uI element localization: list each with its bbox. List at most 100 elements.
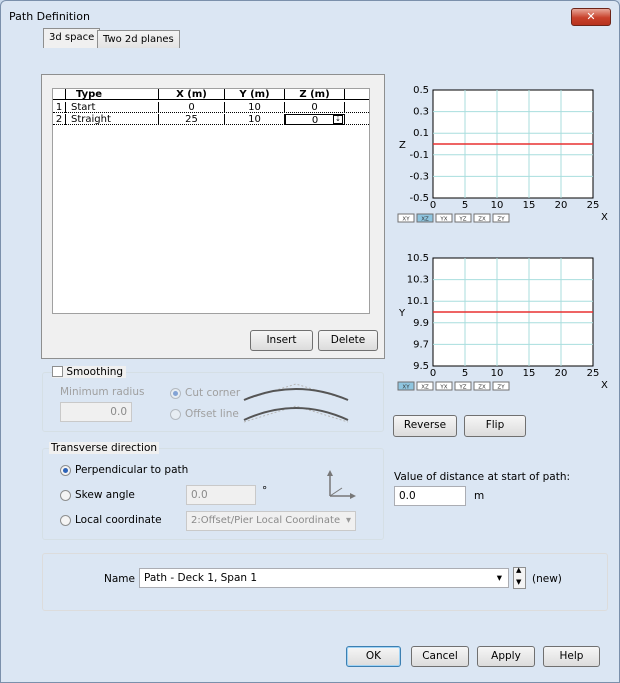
row-type[interactable]: Straight	[66, 114, 159, 125]
reverse-button[interactable]: Reverse	[393, 415, 457, 437]
name-combobox[interactable]: Path - Deck 1, Span 1 ▾	[139, 568, 509, 588]
table-row[interactable]: 1 Start 0 10 0	[53, 102, 369, 113]
local-coordinate-value: 2:Offset/Pier Local Coordinate	[191, 515, 341, 526]
smoothing-checkbox-container[interactable]: Smoothing	[52, 366, 127, 378]
y-tick-label: 10.3	[407, 275, 429, 286]
insert-button[interactable]: Insert	[250, 330, 313, 351]
x-tick-label: 0	[430, 368, 436, 379]
plane-button-label: XZ	[421, 385, 429, 391]
row-index: 2	[53, 114, 66, 125]
y-tick-label: -0.1	[409, 150, 429, 161]
plane-button-zx[interactable]: ZX	[473, 213, 491, 223]
spin-up-icon[interactable]: ▲	[516, 566, 521, 574]
plane-button-label: YZ	[458, 217, 466, 223]
chevron-down-icon: ▾	[345, 515, 351, 526]
spin-down-icon[interactable]: ▼	[516, 578, 521, 586]
title-bar[interactable]: Path Definition ✕	[1, 1, 619, 31]
offset-line-radio[interactable]	[170, 409, 181, 420]
grid-header-type: Type	[66, 89, 159, 100]
x-axis-label: X	[601, 380, 608, 391]
perpendicular-label: Perpendicular to path	[75, 464, 189, 476]
row-index: 1	[53, 102, 66, 113]
plane-button-xy[interactable]: XY	[397, 381, 415, 391]
tab-3d-space[interactable]: 3d space	[43, 28, 101, 48]
plane-button-yz[interactable]: YZ	[454, 213, 472, 223]
dropdown-arrow-icon[interactable]: ⇣	[333, 115, 343, 124]
plane-button-label: ZX	[478, 385, 486, 391]
checkbox[interactable]	[52, 366, 63, 377]
distance-input[interactable]: 0.0	[394, 486, 466, 506]
x-tick-label: 5	[462, 200, 468, 211]
row-x[interactable]: 25	[159, 114, 225, 125]
plane-button-label: YX	[439, 217, 447, 223]
apply-button[interactable]: Apply	[477, 646, 535, 667]
plane-button-zy[interactable]: ZY	[492, 213, 510, 223]
tab-panel: Type X (m) Y (m) Z (m) 1 Start 0 10 0 2 …	[41, 74, 385, 359]
min-radius-input[interactable]: 0.0	[60, 402, 132, 422]
plane-button-xz[interactable]: XZ	[416, 213, 434, 223]
x-tick-label: 20	[555, 368, 568, 379]
transverse-group-label: Transverse direction	[49, 442, 160, 454]
degree-unit: °	[262, 485, 268, 497]
plane-button-label: YZ	[458, 385, 466, 391]
close-button[interactable]: ✕	[571, 8, 611, 26]
offset-line-label: Offset line	[185, 408, 239, 420]
name-spinner[interactable]: ▲ ▼	[513, 566, 526, 589]
local-coordinate-select[interactable]: 2:Offset/Pier Local Coordinate ▾	[186, 511, 356, 531]
chart-svg: 0 5 10 15 20 2510.510.310.19.99.79.5YXXY XZ YX Y…	[397, 253, 608, 391]
y-tick-label: -0.3	[409, 171, 429, 182]
y-axis-label: Z	[399, 140, 406, 151]
x-tick-label: 10	[491, 368, 504, 379]
plane-button-xz[interactable]: XZ	[416, 381, 434, 391]
local-coordinate-radio[interactable]	[60, 515, 71, 526]
plane-button-xy[interactable]: XY	[397, 213, 415, 223]
plane-button-label: YX	[439, 385, 447, 391]
plane-button-zx[interactable]: ZX	[473, 381, 491, 391]
table-row[interactable]: 2 Straight 25 10 0 ⇣	[53, 114, 369, 125]
y-tick-label: 10.5	[407, 253, 429, 264]
help-button[interactable]: Help	[543, 646, 600, 667]
row-z[interactable]: 0	[285, 102, 345, 113]
plane-button-yx[interactable]: YX	[435, 381, 453, 391]
flip-button[interactable]: Flip	[464, 415, 526, 437]
plane-button-yx[interactable]: YX	[435, 213, 453, 223]
local-coordinate-label: Local coordinate	[75, 514, 162, 526]
row-x[interactable]: 0	[159, 102, 225, 113]
x-tick-label: 15	[523, 200, 536, 211]
row-type[interactable]: Start	[66, 102, 159, 113]
grid-header-y: Y (m)	[225, 89, 285, 100]
row-y[interactable]: 10	[225, 114, 285, 125]
name-label: Name	[104, 573, 135, 585]
chevron-down-icon[interactable]: ▾	[497, 569, 502, 587]
ok-button[interactable]: OK	[346, 646, 401, 667]
name-value: Path - Deck 1, Span 1	[144, 572, 258, 584]
y-tick-label: 9.5	[413, 361, 429, 372]
y-tick-label: 10.1	[407, 296, 429, 307]
plane-button-yz[interactable]: YZ	[454, 381, 472, 391]
plane-button-zy[interactable]: ZY	[492, 381, 510, 391]
chart-svg: 0 5 10 15 20 250.50.30.1-0.1-0.3-0.5ZXXY XZ YX Y…	[397, 85, 608, 223]
row-z-editor[interactable]: 0 ⇣	[285, 114, 345, 125]
skew-angle-input[interactable]: 0.0	[186, 485, 256, 505]
min-radius-label: Minimum radius	[60, 386, 145, 398]
plane-button-label: ZY	[497, 385, 505, 391]
row-y[interactable]: 10	[225, 102, 285, 113]
x-tick-label: 5	[462, 368, 468, 379]
perpendicular-radio[interactable]	[60, 465, 71, 476]
cancel-button[interactable]: Cancel	[411, 646, 469, 667]
plane-button-label: ZY	[497, 217, 505, 223]
y-tick-label: 9.9	[413, 318, 429, 329]
y-axis-label: Y	[398, 308, 406, 319]
chart-xz: 0 5 10 15 20 25 0.5 0.3 0.1 -0.1 -0.3 -0.5 Z X XY XZ YX Y…	[393, 84, 615, 234]
y-tick-label: 0.3	[413, 107, 429, 118]
skew-angle-radio[interactable]	[60, 490, 71, 501]
x-tick-label: 25	[587, 368, 600, 379]
delete-button[interactable]: Delete	[318, 330, 378, 351]
plane-button-label: XY	[402, 217, 410, 223]
path-grid[interactable]: Type X (m) Y (m) Z (m) 1 Start 0 10 0 2 …	[52, 88, 370, 314]
cut-corner-radio[interactable]	[170, 388, 181, 399]
cut-corner-label: Cut corner	[185, 387, 241, 399]
distance-label: Value of distance at start of path:	[394, 471, 571, 483]
tab-two-2d-planes[interactable]: Two 2d planes	[97, 30, 180, 48]
chart-xy: 0 5 10 15 20 25 10.5 10.3 10.1 9.9 9.7 9.5 Y X XY XZ YX Y…	[393, 252, 615, 402]
